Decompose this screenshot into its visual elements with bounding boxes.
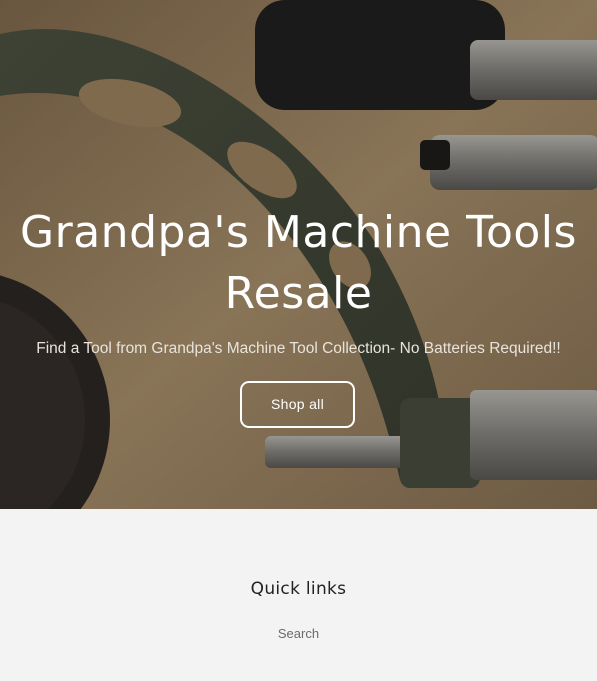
hero-content: Grandpa's Machine Tools Resale Find a To… xyxy=(0,0,597,509)
hero-banner: Grandpa's Machine Tools Resale Find a To… xyxy=(0,0,597,509)
hero-title: Grandpa's Machine Tools Resale xyxy=(20,207,577,319)
footer: Quick links Search xyxy=(0,509,597,681)
quick-links-heading: Quick links xyxy=(250,579,347,599)
shop-all-button[interactable]: Shop all xyxy=(240,381,355,428)
hero-subtitle: Find a Tool from Grandpa's Machine Tool … xyxy=(36,340,561,357)
footer-link-search[interactable]: Search xyxy=(0,626,597,641)
